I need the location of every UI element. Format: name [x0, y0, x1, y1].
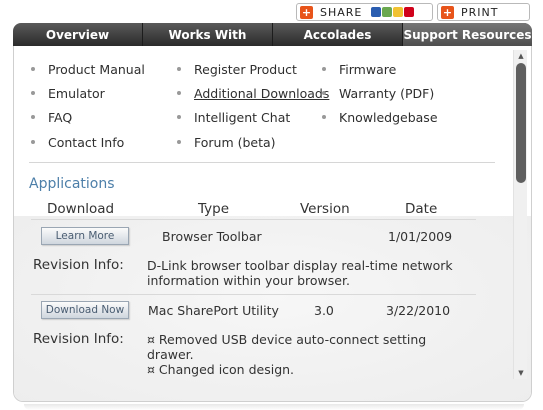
link-emulator[interactable]: Emulator [31, 86, 105, 101]
bullet-icon [177, 66, 181, 71]
share-print-bar: + SHARE + PRINT [0, 3, 543, 23]
applications-table-header: Download Type Version Date [31, 200, 476, 220]
tab-overview[interactable]: Overview [13, 23, 143, 46]
scrollbar-thumb[interactable] [516, 63, 526, 183]
bullet-icon [322, 66, 326, 71]
product-tabs: Overview Works With Accolades Support Re… [13, 23, 532, 46]
bullet-icon [177, 90, 181, 95]
share-label: SHARE [320, 5, 363, 19]
header-date: Date [405, 201, 438, 217]
bullet-icon [177, 114, 181, 119]
table-row: Download Now Mac SharePort Utility 3.0 3… [31, 300, 476, 390]
app-date: 1/01/2009 [388, 229, 453, 244]
tab-works-with[interactable]: Works With [143, 23, 273, 46]
link-firmware[interactable]: Firmware [322, 62, 396, 77]
social-icons [371, 7, 415, 17]
scroll-up-arrow-icon[interactable]: ▲ [514, 50, 528, 62]
bullet-icon [31, 139, 35, 144]
download-now-button[interactable]: Download Now [41, 301, 129, 319]
print-button[interactable]: + PRINT [437, 3, 530, 21]
bullet-icon [322, 90, 326, 95]
link-faq[interactable]: FAQ [31, 110, 72, 125]
share-button[interactable]: + SHARE [296, 3, 433, 21]
link-forum[interactable]: Forum (beta) [177, 135, 276, 150]
header-version: Version [300, 201, 350, 217]
applications-heading: Applications [29, 176, 115, 192]
app-date: 3/22/2010 [386, 303, 451, 318]
revision-info-label: Revision Info: [33, 331, 124, 347]
panel-content: Product Manual Emulator FAQ Contact Info… [14, 46, 514, 401]
link-product-manual[interactable]: Product Manual [31, 62, 145, 77]
header-download: Download [47, 201, 115, 217]
link-register-product[interactable]: Register Product [177, 62, 297, 77]
windows-icon [393, 7, 404, 17]
plus-icon: + [441, 5, 454, 19]
link-warranty[interactable]: Warranty (PDF) [322, 86, 434, 101]
print-label: PRINT [461, 5, 499, 19]
app-type: Browser Toolbar [162, 229, 262, 244]
app-version: 3.0 [314, 303, 334, 318]
link-contact-info[interactable]: Contact Info [31, 135, 124, 150]
bullet-icon [31, 66, 35, 71]
panel-bottom-shadow [24, 404, 524, 410]
other-share-icon [404, 7, 415, 17]
tab-support-resources[interactable]: Support Resources [403, 23, 532, 46]
link-intelligent-chat[interactable]: Intelligent Chat [177, 110, 290, 125]
link-additional-downloads[interactable]: Additional Downloads [177, 86, 329, 101]
bullet-icon [322, 114, 326, 119]
plus-icon: + [300, 5, 313, 19]
revision-info-text: ¤ Removed USB device auto-connect settin… [147, 332, 427, 377]
tab-accolades[interactable]: Accolades [273, 23, 403, 46]
bullet-icon [177, 139, 181, 144]
digg-icon [382, 7, 393, 17]
divider [29, 162, 495, 163]
revision-info-text: D-Link browser toolbar display real-time… [147, 258, 453, 288]
learn-more-button[interactable]: Learn More [41, 227, 129, 245]
vertical-scrollbar[interactable]: ▲ ▼ [513, 50, 527, 379]
scroll-down-arrow-icon[interactable]: ▼ [514, 367, 528, 379]
delicious-icon [371, 7, 382, 17]
header-type: Type [198, 201, 230, 217]
table-row: Learn More Browser Toolbar 1/01/2009 Rev… [31, 226, 476, 296]
row-divider [31, 294, 476, 295]
revision-info-label: Revision Info: [33, 257, 124, 273]
app-type: Mac SharePort Utility [148, 303, 279, 318]
bullet-icon [31, 90, 35, 95]
link-knowledgebase[interactable]: Knowledgebase [322, 110, 438, 125]
bullet-icon [31, 114, 35, 119]
support-panel: Product Manual Emulator FAQ Contact Info… [13, 46, 532, 402]
